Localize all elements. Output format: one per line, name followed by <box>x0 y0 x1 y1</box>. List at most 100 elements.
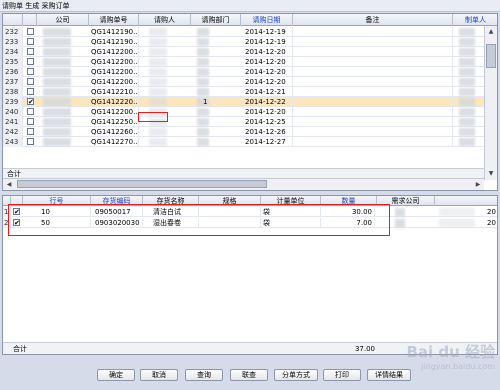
header-department[interactable]: 请购部门 <box>191 14 241 26</box>
detail-item-code: 0903020030 <box>93 218 143 228</box>
detail-header-line-no[interactable]: 行号 <box>23 196 91 206</box>
table-row[interactable]: 235 QG1412200... 2014-12-20 <box>3 57 484 67</box>
row-select-checkbox[interactable]: ✔ <box>27 98 34 106</box>
detail-header-quantity[interactable]: 数量 <box>321 196 377 206</box>
row-select-checkbox[interactable] <box>27 118 34 125</box>
link-query-button[interactable]: 联查 <box>230 369 268 381</box>
request-list-header: 公司 请购单号 请购人 请购部门 请购日期 备注 制单人 <box>3 14 497 26</box>
top-total-label: 合计 <box>7 170 21 178</box>
row-number: 239 <box>3 97 23 107</box>
request-list-grid[interactable]: 公司 请购单号 请购人 请购部门 请购日期 备注 制单人 232 QG141219… <box>2 13 498 191</box>
order-number: QG1412200... <box>91 77 139 87</box>
table-row[interactable]: 237 QG1412200... 2014-12-20 <box>3 77 484 87</box>
table-row[interactable]: 236 QG1412200... 2014-12-20 <box>3 67 484 77</box>
row-select-checkbox[interactable] <box>27 128 34 135</box>
vertical-scrollbar[interactable]: ▲ ▼ <box>484 26 497 180</box>
detail-header-item-code[interactable]: 存货编码 <box>91 196 143 206</box>
row-select-checkbox[interactable] <box>27 68 34 75</box>
scroll-thumb[interactable] <box>486 44 496 68</box>
table-row[interactable]: 238 QG1412210... 2014-12-21 <box>3 87 484 97</box>
department-note: 1 <box>203 98 208 106</box>
redacted-company <box>43 138 71 146</box>
table-row[interactable]: 243 QG1412270... 2014-12-27 <box>3 137 484 147</box>
detail-header-spec[interactable]: 规格 <box>199 196 261 206</box>
redacted-demand-company <box>395 219 405 228</box>
window-title: 请购单 生成 采购订单 <box>0 0 500 12</box>
header-order-no[interactable]: 请购单号 <box>89 14 139 26</box>
row-number: 241 <box>3 117 23 127</box>
hscroll-thumb[interactable] <box>17 180 267 188</box>
detail-spec <box>199 218 261 228</box>
detail-total-quantity: 37.00 <box>354 345 375 353</box>
remark-cell <box>293 87 453 97</box>
horizontal-scrollbar[interactable]: ◀ ▶ <box>3 178 484 190</box>
table-row[interactable]: 240 QG1412200... 2014-12-20 <box>3 107 484 117</box>
header-creator[interactable]: 制单人 <box>453 14 497 26</box>
detail-header-unit[interactable]: 计量单位 <box>261 196 321 206</box>
row-select-checkbox[interactable] <box>27 88 34 95</box>
remark-cell <box>293 107 453 117</box>
scroll-down-icon[interactable]: ▼ <box>485 168 497 180</box>
remark-cell <box>293 97 453 107</box>
row-select-checkbox[interactable] <box>27 38 34 45</box>
remark-cell <box>293 77 453 87</box>
detail-header-select <box>11 196 23 206</box>
row-number: 242 <box>3 127 23 137</box>
request-detail-grid[interactable]: 行号 存货编码 存货名称 规格 计量单位 数量 需求公司 1 ✔ 10 0905001… <box>2 195 498 355</box>
redacted-creator <box>459 118 475 126</box>
detail-extra: 20 <box>487 208 496 216</box>
redacted-requester <box>149 88 167 96</box>
print-button[interactable]: 打印 <box>323 369 361 381</box>
row-select-checkbox[interactable] <box>27 108 34 115</box>
header-request-date[interactable]: 请购日期 <box>241 14 293 26</box>
table-row[interactable]: 232 QG1412190... 2014-12-19 <box>3 27 484 37</box>
redacted-department <box>197 28 209 36</box>
request-date: 2014-12-26 <box>243 127 293 137</box>
table-row[interactable]: 242 QG1412260... 2014-12-26 <box>3 127 484 137</box>
redacted-company <box>43 48 71 56</box>
redacted-creator <box>459 38 475 46</box>
row-select-checkbox[interactable] <box>27 28 34 35</box>
detail-row[interactable]: 1 ✔ 10 09050017 清洁白试 袋 30.00 20 <box>3 207 497 217</box>
order-number: QG1412200... <box>91 57 139 67</box>
table-row[interactable]: 233 QG1412190... 2014-12-19 <box>3 37 484 47</box>
order-number: QG1412190... <box>91 37 139 47</box>
scroll-right-icon[interactable]: ▶ <box>472 179 484 190</box>
redacted-company <box>43 38 71 46</box>
redacted-requester <box>149 78 167 86</box>
detail-header-item-name[interactable]: 存货名称 <box>143 196 199 206</box>
redacted-company <box>43 118 71 126</box>
table-row[interactable]: 241 QG1412250... 2014-12-25 <box>3 117 484 127</box>
detail-extra: 20 <box>487 219 496 227</box>
redacted-creator <box>459 98 475 106</box>
detail-header-demand-company[interactable]: 需求公司 <box>377 196 435 206</box>
scroll-left-icon[interactable]: ◀ <box>3 179 15 190</box>
split-method-button[interactable]: 分单方式 <box>274 369 318 381</box>
detail-select-checkbox[interactable]: ✔ <box>13 208 20 216</box>
row-select-checkbox[interactable] <box>27 48 34 55</box>
row-select-checkbox[interactable] <box>27 78 34 85</box>
confirm-button[interactable]: 确定 <box>97 369 135 381</box>
table-row[interactable]: 234 QG1412200... 2014-12-20 <box>3 47 484 57</box>
baidu-watermark: Bai du 经验 jingyan.baidu.com <box>390 342 495 382</box>
redacted-demand-company <box>395 208 405 217</box>
detail-row[interactable]: 2 ✔ 50 0903020030 湿出春卷 袋 7.00 20 <box>3 218 497 228</box>
redacted-company <box>43 88 71 96</box>
detail-item-name: 湿出春卷 <box>151 218 199 228</box>
detail-select-checkbox[interactable]: ✔ <box>13 219 20 227</box>
query-button[interactable]: 查询 <box>185 369 223 381</box>
header-requester[interactable]: 请购人 <box>139 14 191 26</box>
redacted-extra <box>439 208 475 216</box>
row-select-checkbox[interactable] <box>27 58 34 65</box>
table-row[interactable]: 239 ✔ QG1412220... 1 2014-12-22 <box>3 97 484 107</box>
scroll-up-icon[interactable]: ▲ <box>485 26 497 38</box>
header-remark[interactable]: 备注 <box>293 14 453 26</box>
row-number: 238 <box>3 87 23 97</box>
row-select-checkbox[interactable] <box>27 138 34 145</box>
remark-cell <box>293 27 453 37</box>
header-company[interactable]: 公司 <box>37 14 89 26</box>
redacted-requester <box>149 38 167 46</box>
cancel-button[interactable]: 取消 <box>140 369 178 381</box>
watermark-main: Bai du 经验 <box>406 343 495 361</box>
redacted-creator <box>459 78 475 86</box>
